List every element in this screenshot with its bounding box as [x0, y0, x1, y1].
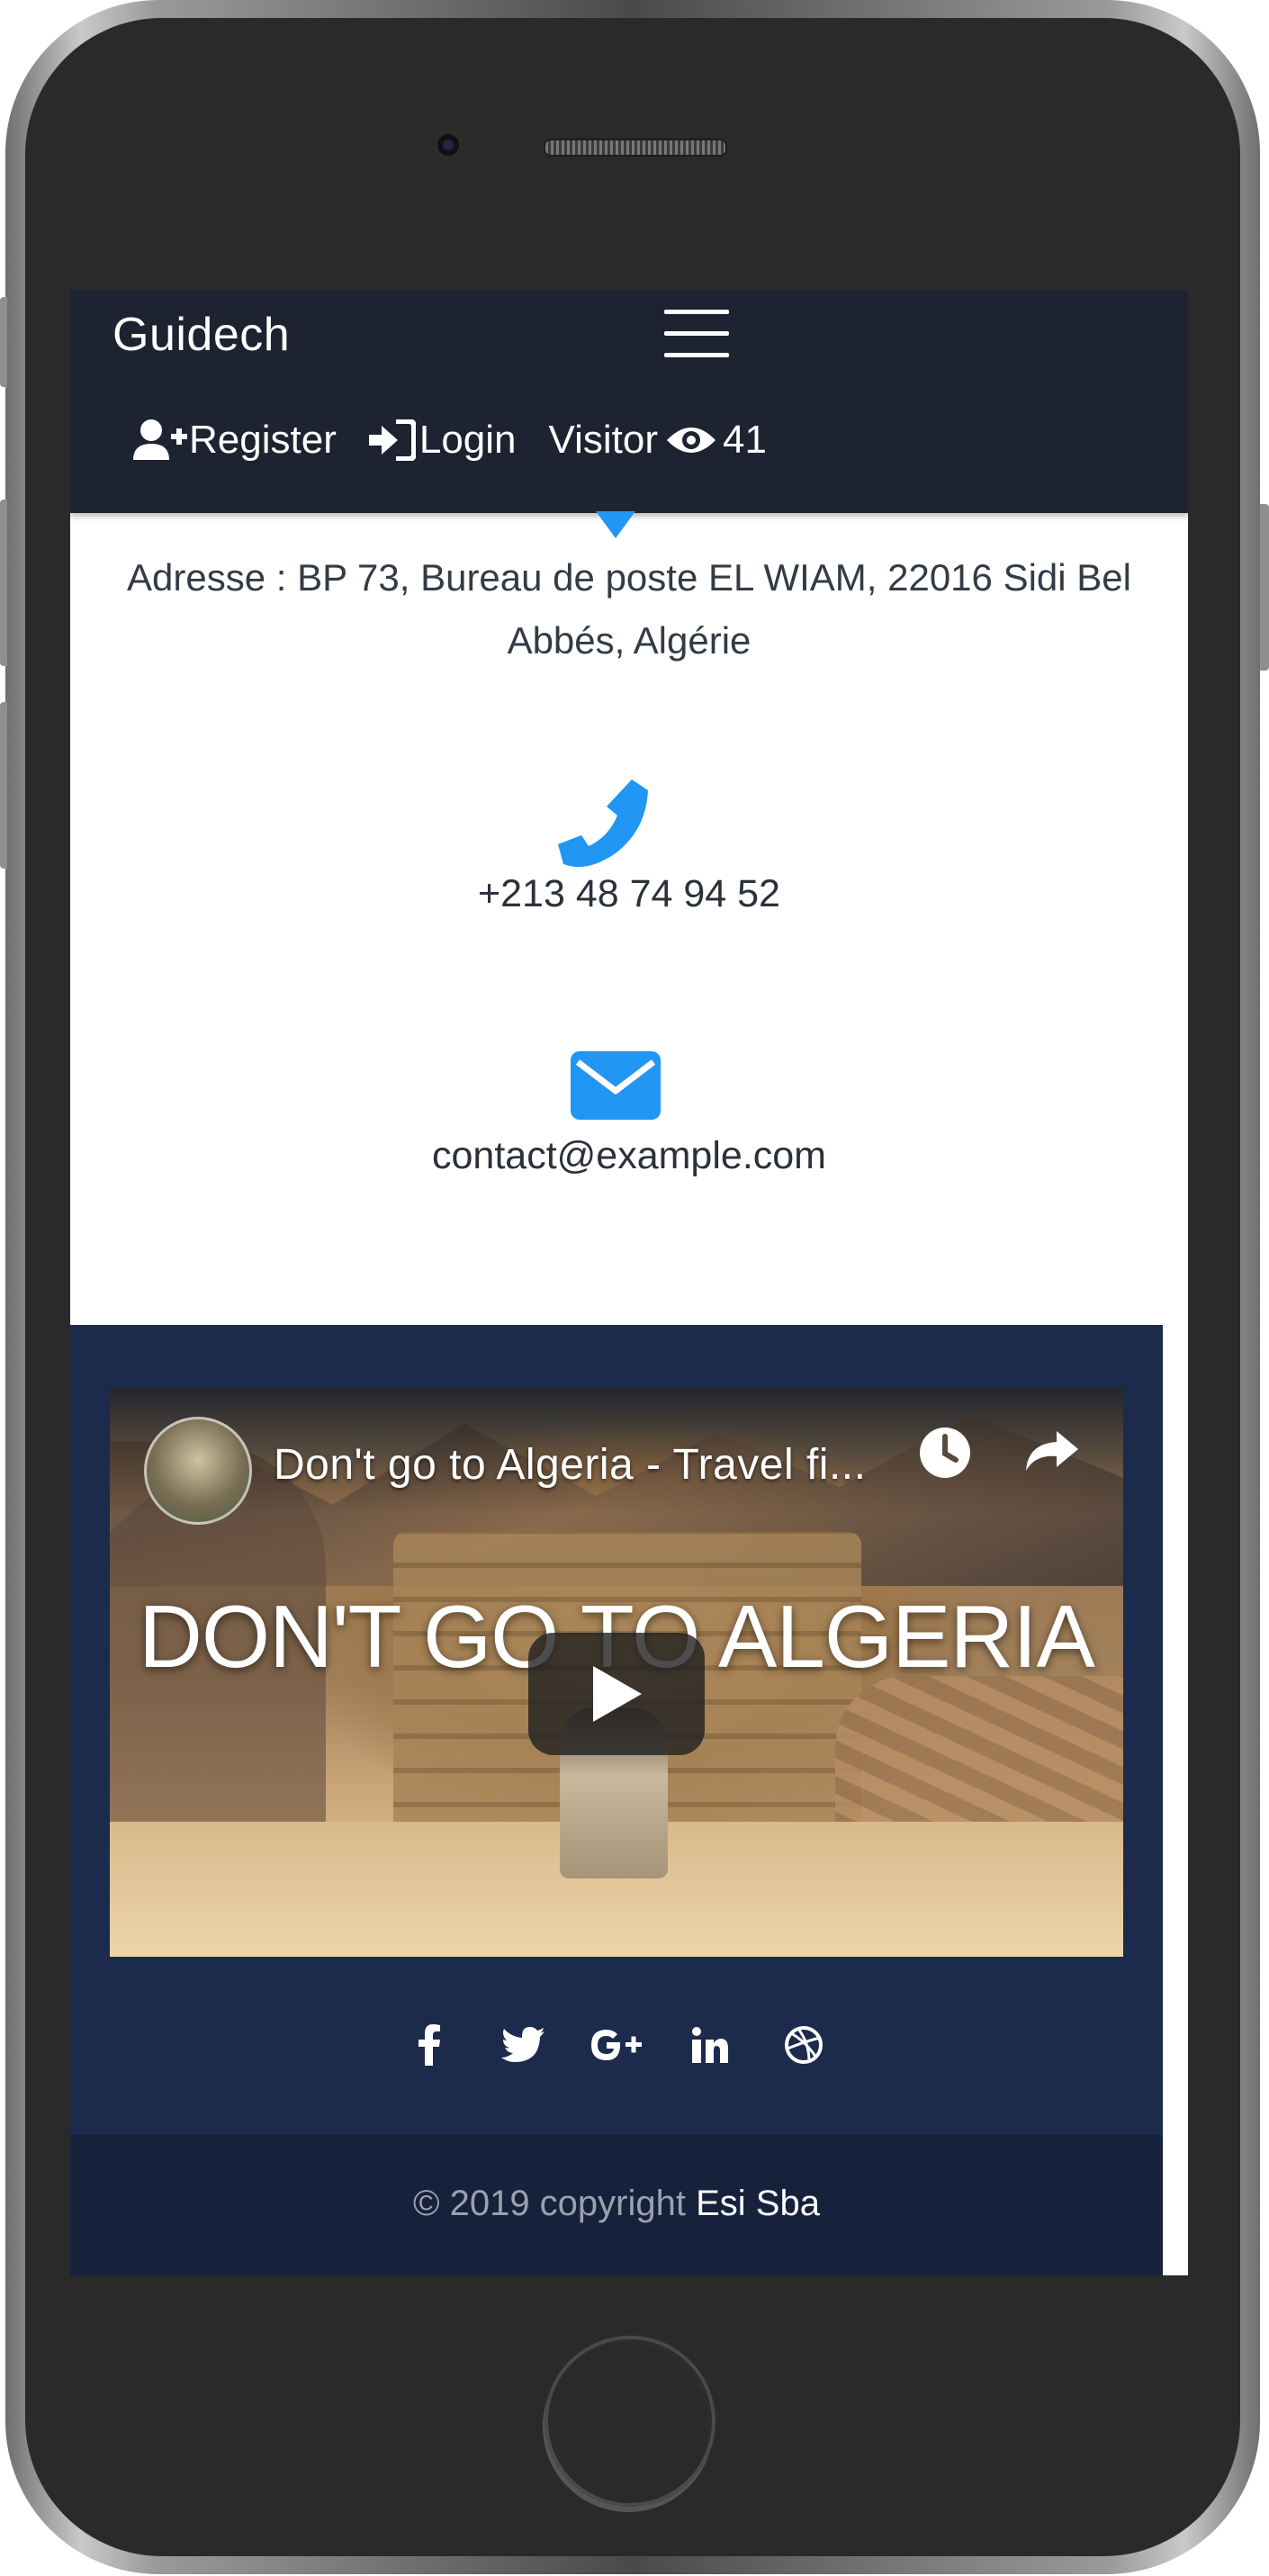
envelope-icon [571, 1051, 661, 1120]
home-button[interactable] [544, 2336, 716, 2507]
video-title[interactable]: Don't go to Algeria - Travel fi... [274, 1440, 866, 1490]
front-camera [432, 129, 464, 161]
power-button [1260, 504, 1269, 671]
google-plus-icon [591, 2030, 642, 2060]
dribbble-icon [785, 2026, 823, 2064]
facebook-link[interactable] [402, 2018, 456, 2072]
visitor-label: Visitor [548, 418, 658, 462]
menu-toggle-icon[interactable] [664, 310, 733, 360]
channel-avatar[interactable] [144, 1417, 252, 1525]
dribbble-link[interactable] [777, 2018, 831, 2072]
play-icon [593, 1666, 642, 1722]
copyright: © 2019 copyright Esi Sba [70, 2184, 1163, 2224]
facebook-icon [418, 2024, 440, 2066]
share-icon[interactable] [1024, 1429, 1080, 1474]
earpiece-speaker [544, 139, 727, 157]
company-link[interactable]: Esi Sba [696, 2184, 820, 2223]
video-embed[interactable]: Don't go to Algeria - Travel fi... DON'T… [110, 1388, 1123, 1957]
navbar: Guidech Register Login Visitor 41 [70, 290, 1188, 513]
mute-switch [0, 297, 7, 387]
watch-later-icon[interactable] [918, 1426, 972, 1480]
play-button[interactable] [528, 1633, 705, 1755]
phone-icon [558, 779, 648, 868]
google-plus-link[interactable] [590, 2018, 644, 2072]
twitter-link[interactable] [496, 2018, 550, 2072]
user-plus-icon [133, 419, 187, 460]
phone-screen: Guidech Register Login Visitor 41 Adress… [70, 290, 1188, 2275]
address-line-2: Abbés, Algérie [507, 619, 752, 662]
twitter-icon [501, 2027, 544, 2062]
linkedin-icon [692, 2027, 728, 2063]
contact-phone[interactable]: +213 48 74 94 52 [70, 872, 1188, 916]
brand-logo[interactable]: Guidech [112, 308, 290, 362]
linkedin-link[interactable] [683, 2018, 737, 2072]
navbar-caret [596, 511, 635, 538]
volume-down-button [0, 702, 7, 869]
eye-icon [666, 428, 716, 453]
register-label: Register [189, 418, 337, 462]
visitor-counter: Visitor 41 [549, 418, 767, 463]
sign-in-icon [368, 419, 416, 461]
visitor-count: 41 [722, 418, 767, 462]
contact-address: Adresse : BP 73, Bureau de poste EL WIAM… [70, 546, 1188, 672]
login-label: Login [418, 418, 517, 462]
social-links [70, 2018, 1163, 2072]
register-link[interactable]: Register [133, 418, 337, 463]
contact-email[interactable]: contact@example.com [70, 1134, 1188, 1178]
login-link[interactable]: Login [368, 418, 517, 463]
volume-up-button [0, 500, 7, 666]
nav-links: Register Login Visitor 41 [133, 409, 799, 472]
address-line-1: Adresse : BP 73, Bureau de poste EL WIAM… [127, 556, 1131, 599]
copyright-text: © 2019 copyright [413, 2184, 686, 2223]
